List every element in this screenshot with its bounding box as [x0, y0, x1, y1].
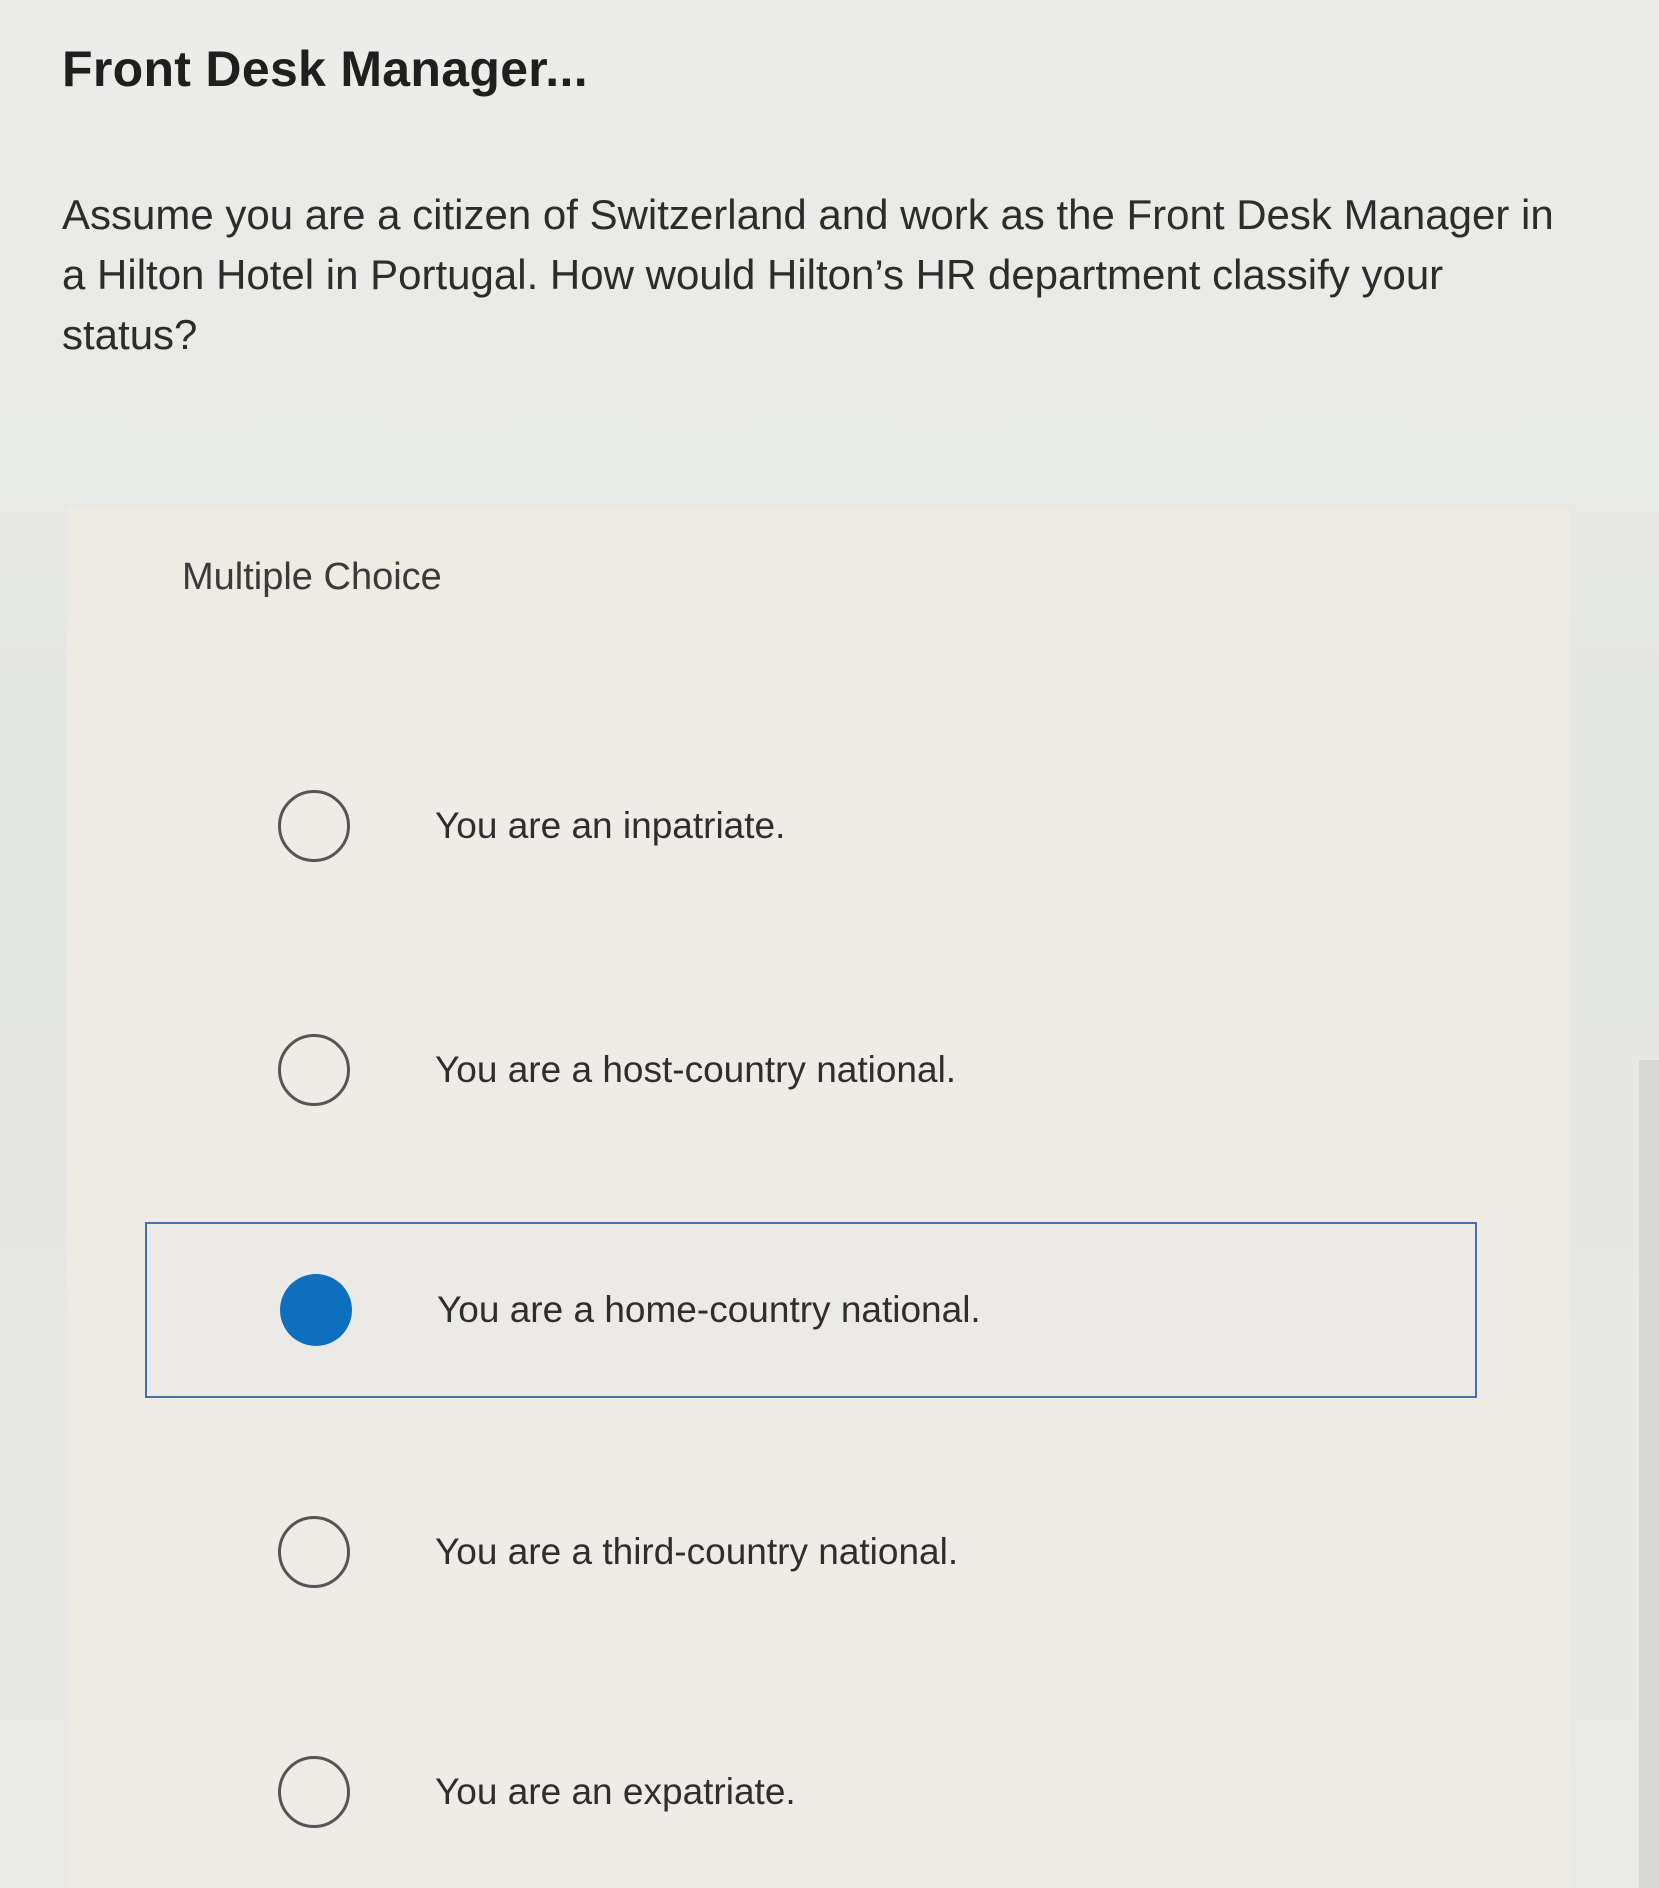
option-label: You are a host-country national.: [435, 1049, 957, 1090]
option-label: You are a third-country national.: [435, 1531, 959, 1572]
option-third-country-national[interactable]: You are a third-country national.: [145, 1464, 1477, 1640]
page-title: Front Desk Manager...: [62, 41, 588, 97]
radio-unselected-icon[interactable]: [278, 1516, 350, 1588]
screen-edge: [1639, 1060, 1659, 1888]
radio-unselected-icon[interactable]: [278, 1756, 350, 1828]
option-host-country-national[interactable]: You are a host-country national.: [145, 982, 1477, 1158]
option-label: You are a home-country national.: [437, 1289, 981, 1330]
option-label: You are an expatriate.: [435, 1771, 796, 1812]
radio-unselected-icon[interactable]: [278, 790, 350, 862]
option-inpatriate[interactable]: You are an inpatriate.: [145, 738, 1477, 914]
option-label: You are an inpatriate.: [435, 805, 786, 846]
radio-selected-icon[interactable]: [280, 1274, 352, 1346]
radio-unselected-icon[interactable]: [278, 1034, 350, 1106]
question-type-label: Multiple Choice: [182, 556, 442, 598]
option-expatriate[interactable]: You are an expatriate.: [145, 1704, 1477, 1880]
quiz-page: Front Desk Manager... Assume you are a c…: [0, 0, 1659, 1888]
question-text: Assume you are a citizen of Switzerland …: [62, 191, 1554, 358]
option-home-country-national[interactable]: You are a home-country national.: [145, 1222, 1477, 1398]
multiple-choice-panel: Multiple Choice You are an inpatriate. Y…: [67, 508, 1570, 1888]
